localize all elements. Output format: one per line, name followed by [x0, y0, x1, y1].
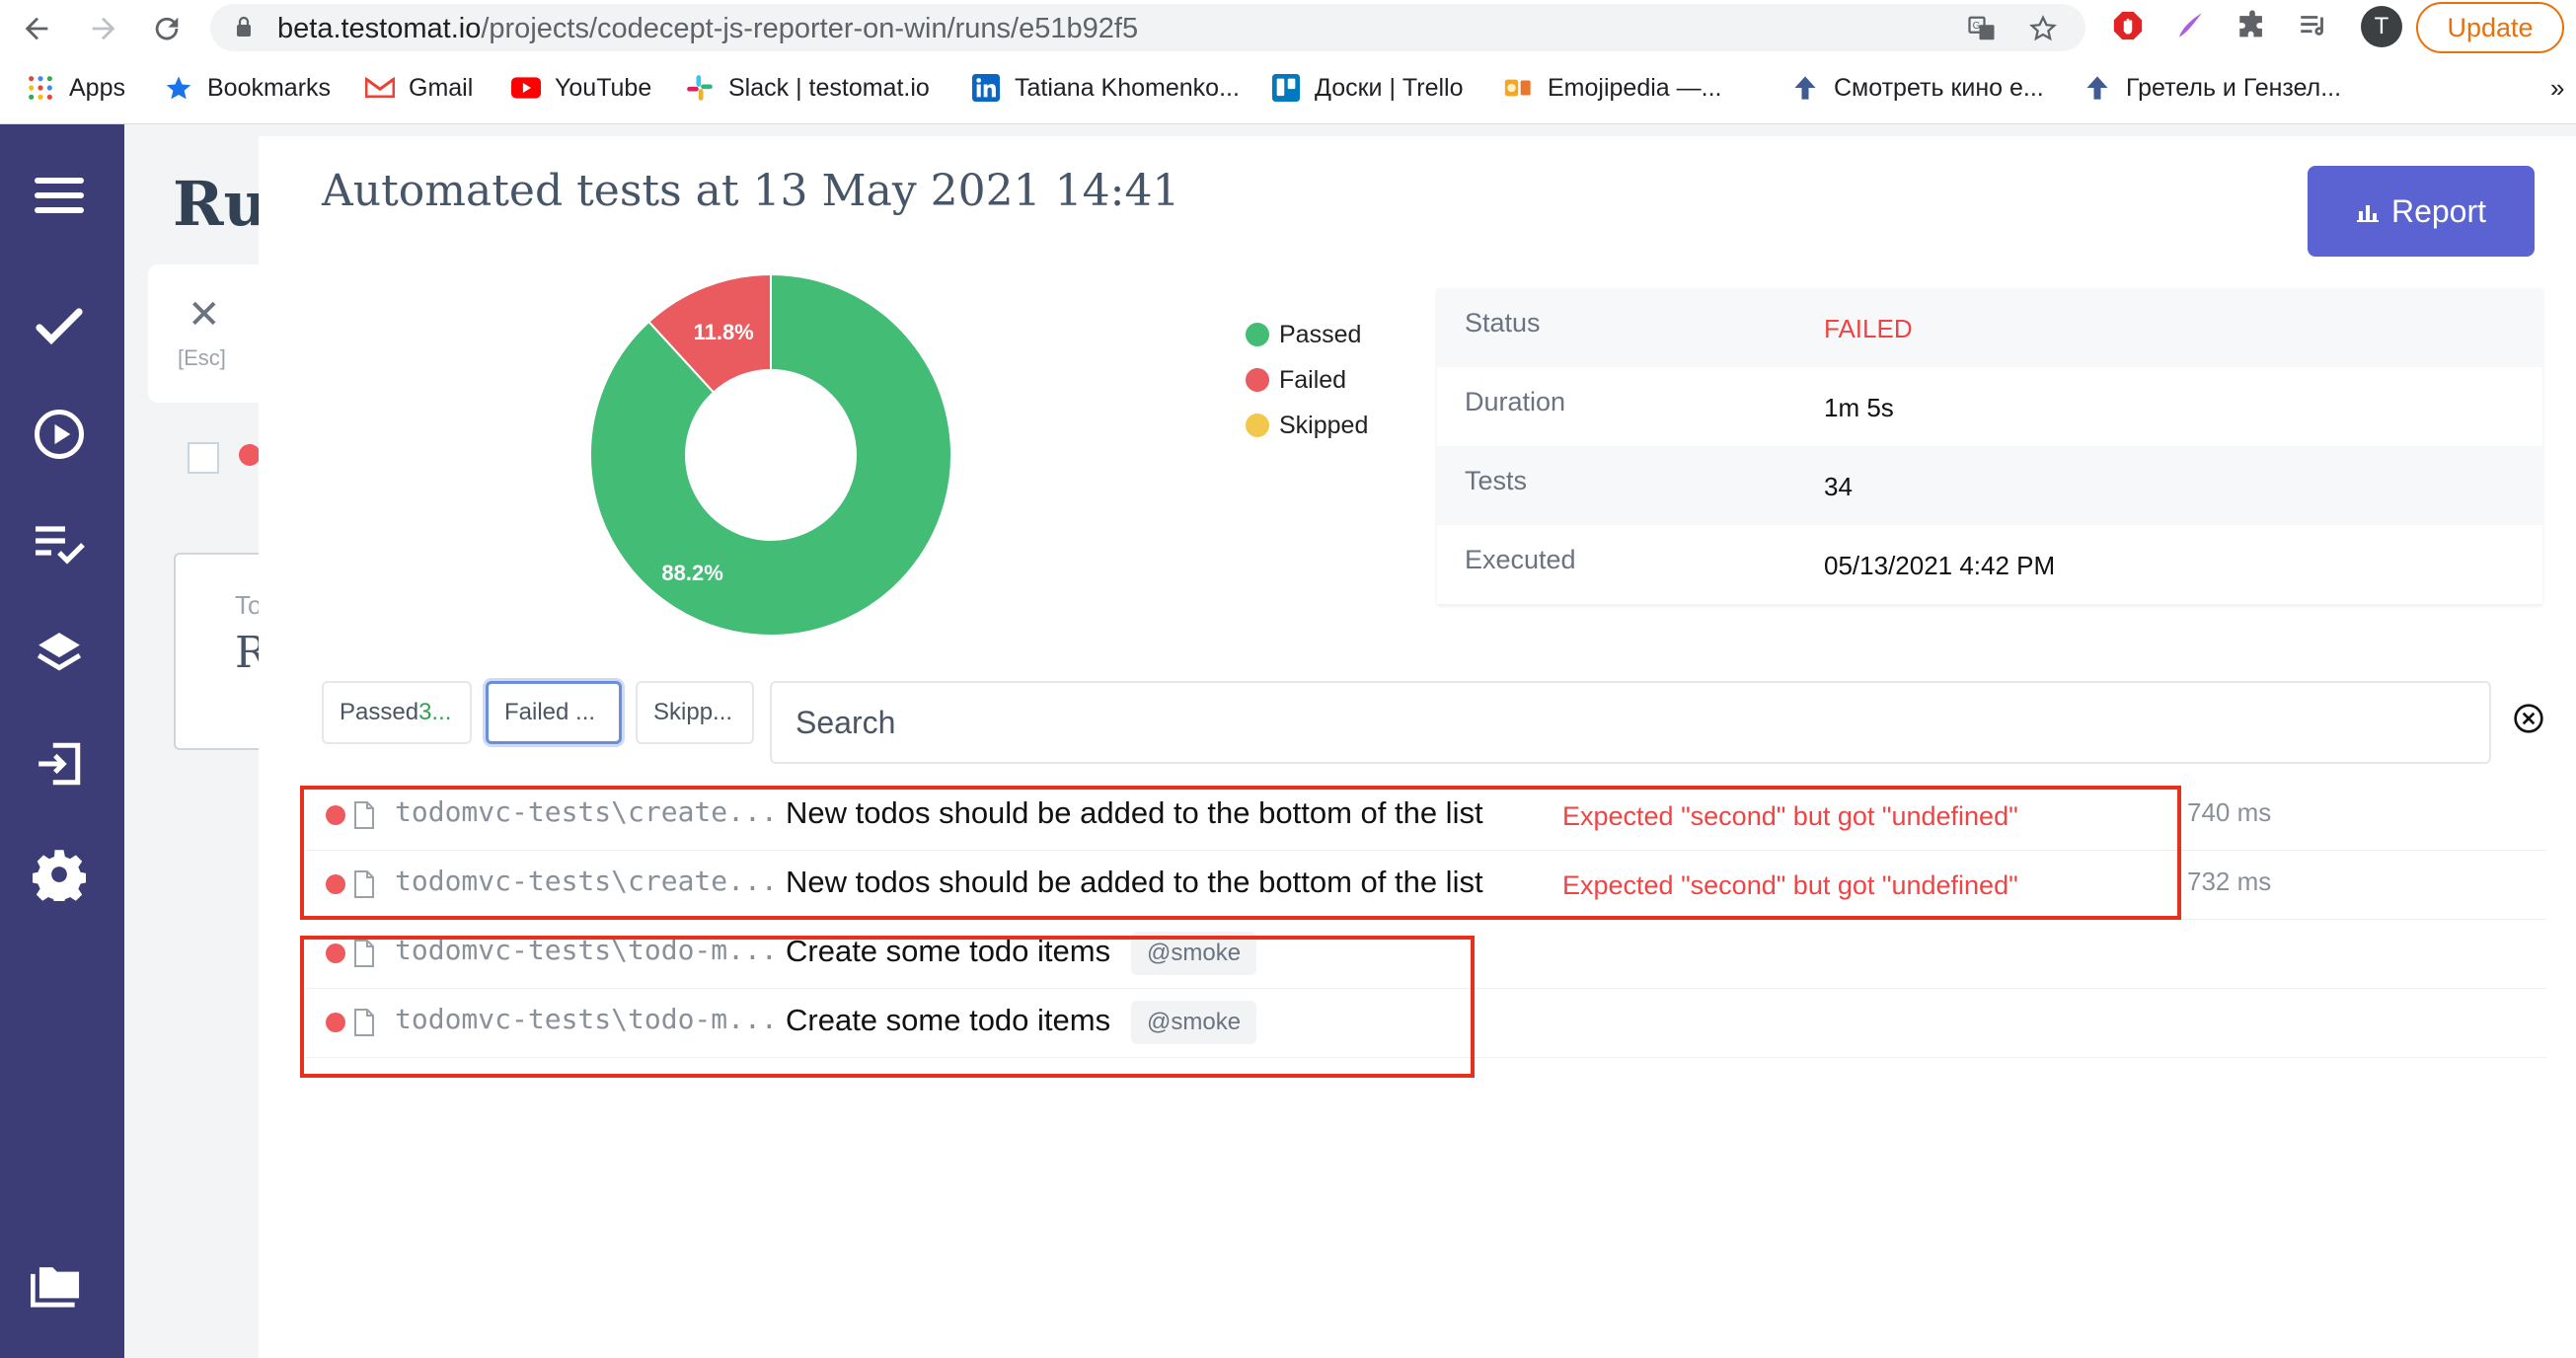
pen-extension-icon[interactable] [2171, 8, 2207, 43]
highlight-box-smoke-tests [300, 936, 1475, 1078]
results-donut-chart: 11.8% 88.2% [589, 272, 952, 637]
filter-passed-button[interactable]: Passed 3... [322, 681, 472, 744]
clear-search-icon[interactable] [2513, 703, 2544, 734]
filter-skipped-button[interactable]: Skipp... [636, 681, 754, 744]
filter-failed-button[interactable]: Failed ... [486, 681, 622, 744]
gear-icon[interactable] [30, 845, 89, 904]
bookmark-bookmarks[interactable]: Bookmarks [164, 73, 331, 103]
bookmark-apps[interactable]: Apps [26, 73, 125, 103]
star-icon [164, 73, 193, 103]
bookmark-youtube[interactable]: YouTube [511, 73, 651, 103]
bookmark-linkedin[interactable]: Tatiana Khomenko... [971, 73, 1240, 103]
bookmark-emojipedia[interactable]: Emojipedia —... [1504, 73, 1721, 103]
linkedin-icon [971, 73, 1001, 103]
legend-item-failed[interactable]: Failed [1246, 357, 1368, 403]
status-value: FAILED [1824, 314, 1913, 343]
back-arrow-icon[interactable] [14, 6, 59, 51]
stat-label: Status [1465, 308, 1541, 338]
stat-row-status: Status FAILED [1437, 288, 2542, 367]
bookmark-trello[interactable]: Доски | Trello [1271, 73, 1464, 103]
bookmark-star-icon[interactable] [2028, 14, 2058, 43]
slack-icon [685, 73, 715, 103]
test-duration: 732 ms [2187, 867, 2272, 896]
executed-value: 05/13/2021 4:42 PM [1824, 551, 2056, 580]
stat-label: Tests [1465, 466, 1528, 495]
esc-hint: [Esc] [178, 345, 226, 370]
gmail-icon [365, 73, 395, 103]
background-checkbox[interactable] [188, 442, 219, 474]
test-duration: 740 ms [2187, 797, 2272, 827]
bookmark-gmail[interactable]: Gmail [365, 73, 473, 103]
run-title: Automated tests at 13 May 2021 14:41 [322, 166, 1180, 216]
bookmark-kino[interactable]: Смотреть кино е... [1790, 73, 2044, 103]
screen: beta.testomat.io/projects/codecept-js-re… [0, 0, 2576, 1358]
trello-icon [1271, 73, 1301, 103]
bookmarks-overflow-icon[interactable]: » [2550, 73, 2564, 104]
bookmark-slack[interactable]: Slack | testomat.io [685, 73, 930, 103]
profile-avatar[interactable]: T [2361, 6, 2402, 47]
stat-row-tests: Tests 34 [1437, 446, 2542, 525]
highlight-box-error-tests [300, 786, 2181, 920]
svg-text:G: G [1973, 21, 1981, 32]
donut-label-passed: 88.2% [661, 561, 722, 585]
play-circle-icon[interactable] [30, 405, 89, 464]
background-status-dot [239, 444, 261, 466]
layers-icon[interactable] [30, 624, 89, 683]
emojipedia-icon [1504, 73, 1534, 103]
tests-count-value: 34 [1824, 472, 1853, 501]
legend-item-passed[interactable]: Passed [1246, 312, 1368, 357]
legend-dot [1246, 323, 1269, 346]
import-icon[interactable] [30, 734, 89, 793]
duration-value: 1m 5s [1824, 393, 1894, 422]
app-sidebar [0, 124, 124, 1358]
donut-slice-passed[interactable] [589, 272, 952, 637]
checklist-icon[interactable] [30, 515, 89, 574]
search-input[interactable]: Search [770, 681, 2491, 764]
apps-grid-icon [26, 73, 55, 103]
translate-icon[interactable]: G [1967, 14, 1997, 43]
stat-row-duration: Duration 1m 5s [1437, 367, 2542, 446]
checkmark-icon[interactable] [30, 296, 89, 355]
stat-label: Duration [1465, 387, 1566, 416]
update-button[interactable]: Update [2416, 2, 2564, 53]
forward-arrow-icon[interactable] [81, 6, 126, 51]
media-playlist-icon[interactable] [2296, 8, 2331, 43]
extensions-puzzle-icon[interactable] [2235, 8, 2270, 43]
legend-dot [1246, 414, 1269, 437]
reload-icon[interactable] [144, 6, 189, 51]
lock-icon [237, 16, 251, 37]
close-icon[interactable]: ✕ [188, 292, 221, 338]
browser-toolbar: beta.testomat.io/projects/codecept-js-re… [0, 0, 2576, 124]
run-stats-table: Status FAILED Duration 1m 5s Tests 34 Ex… [1437, 288, 2542, 604]
stat-row-executed: Executed 05/13/2021 4:42 PM [1437, 525, 2542, 604]
youtube-icon [511, 73, 541, 103]
url-text: beta.testomat.io/projects/codecept-js-re… [277, 13, 1139, 44]
arrow-up-icon [2083, 73, 2112, 103]
bookmarks-bar: Apps Bookmarks Gmail YouTube Slack | tes… [0, 65, 2576, 113]
legend-item-skipped[interactable]: Skipped [1246, 403, 1368, 448]
menu-hamburger-icon[interactable] [30, 166, 89, 225]
folders-icon[interactable] [30, 1255, 89, 1315]
bookmark-gretel[interactable]: Гретель и Гензел... [2083, 73, 2341, 103]
donut-label-failed: 11.8% [694, 320, 754, 344]
legend-dot [1246, 368, 1269, 392]
chart-legend: Passed Failed Skipped [1246, 312, 1368, 448]
bar-chart-icon [2356, 205, 2379, 222]
arrow-up-icon [1790, 73, 1820, 103]
report-button[interactable]: Report [2308, 166, 2535, 257]
adblock-extension-icon[interactable] [2110, 8, 2146, 43]
address-bar[interactable]: beta.testomat.io/projects/codecept-js-re… [210, 4, 2085, 51]
stat-label: Executed [1465, 545, 1576, 574]
